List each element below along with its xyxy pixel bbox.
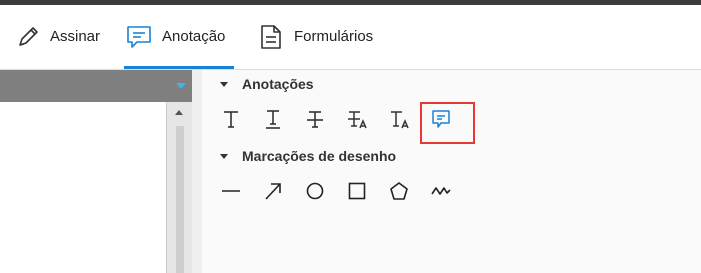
panel-separator	[192, 70, 202, 273]
drawing-section-title: Marcações de desenho	[242, 148, 397, 164]
selected-tool-highlight	[420, 102, 475, 144]
tab-forms-label: Formulários	[294, 28, 374, 45]
scroll-up-icon[interactable]	[175, 110, 183, 115]
tab-annotation-label: Anotação	[162, 28, 226, 45]
comment-icon	[124, 22, 154, 52]
dropdown-arrow-icon[interactable]	[176, 83, 186, 89]
text-icon[interactable]	[210, 104, 252, 134]
left-panel	[0, 70, 192, 273]
tab-annotation[interactable]: Anotação	[124, 5, 225, 68]
circle-icon[interactable]	[294, 176, 336, 206]
drawing-tools-row	[210, 176, 462, 206]
rectangle-icon[interactable]	[336, 176, 378, 206]
vertical-scrollbar[interactable]	[166, 102, 192, 273]
pen-icon	[12, 22, 42, 52]
left-panel-content	[0, 102, 166, 273]
form-document-icon	[256, 22, 286, 52]
arrow-icon[interactable]	[252, 176, 294, 206]
line-icon[interactable]	[210, 176, 252, 206]
scrollbar-thumb[interactable]	[176, 126, 184, 273]
freehand-icon[interactable]	[420, 176, 462, 206]
strikethrough-text-icon[interactable]	[294, 104, 336, 134]
left-panel-header	[0, 70, 192, 102]
drawing-section-header[interactable]: Marcações de desenho	[220, 148, 396, 164]
annotations-section-title: Anotações	[242, 76, 314, 92]
tools-panel: Anotações Marcações de desenho	[202, 70, 701, 273]
pentagon-icon[interactable]	[378, 176, 420, 206]
collapse-triangle-icon	[220, 81, 228, 87]
underline-text-icon[interactable]	[252, 104, 294, 134]
replace-text-icon[interactable]	[336, 104, 378, 134]
insert-text-icon[interactable]	[378, 104, 420, 134]
tab-sign-label: Assinar	[50, 28, 101, 45]
toolbar-tabs: Assinar Anotação Formulários	[0, 5, 701, 69]
tab-forms[interactable]: Formulários	[256, 5, 373, 68]
collapse-triangle-icon	[220, 153, 228, 159]
tab-sign[interactable]: Assinar	[12, 5, 100, 68]
annotations-section-header[interactable]: Anotações	[220, 76, 314, 92]
